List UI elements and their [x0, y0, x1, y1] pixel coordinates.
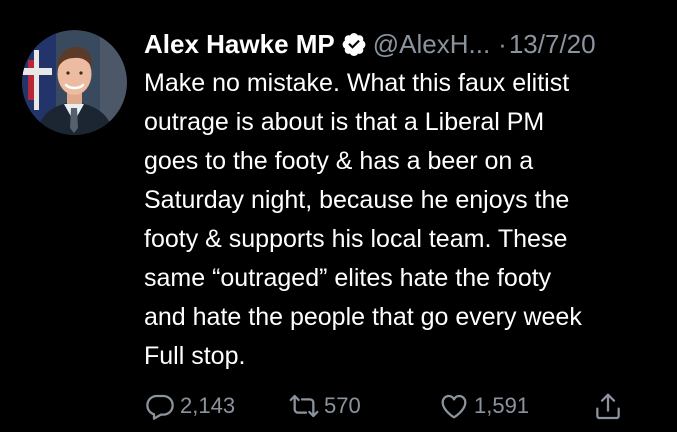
like-icon — [438, 390, 470, 422]
handle[interactable]: @AlexH... — [373, 29, 490, 59]
tweet-date[interactable]: 13/7/20 — [509, 29, 596, 59]
reply-icon — [144, 390, 176, 422]
share-icon — [592, 390, 624, 422]
tweet-body-line: and hate the people that go every week — [144, 303, 582, 331]
tweet-header: Alex Hawke MP @AlexH... ·13/7/20 — [144, 24, 596, 64]
tweet-body-line: footy & supports his local team. These — [144, 225, 568, 253]
retweet-count: 570 — [324, 393, 361, 418]
share-button[interactable] — [592, 386, 624, 426]
tweet-body-line: Saturday night, because he enjoys the — [144, 186, 570, 214]
tweet-body-line: outrage is about is that a Liberal PM — [144, 108, 545, 136]
verified-badge-icon — [341, 28, 367, 56]
retweet-icon — [288, 390, 320, 422]
tweet-body-line: Make no mistake. What this faux elitist — [144, 69, 570, 97]
tweet-body-line: same “outraged” elites hate the footy — [144, 264, 552, 292]
tweet-body-line: Full stop. — [144, 342, 246, 370]
separator-dot: · — [498, 29, 507, 59]
avatar[interactable] — [22, 30, 127, 135]
reply-button[interactable]: 2,143 — [144, 386, 235, 426]
profile-photo-icon — [22, 30, 127, 135]
display-name[interactable]: Alex Hawke MP — [144, 29, 335, 59]
like-count: 1,591 — [474, 393, 530, 418]
reply-count: 2,143 — [180, 393, 236, 418]
tweet-actions: 2,143 570 1,591 — [140, 386, 660, 426]
like-button[interactable]: 1,591 — [438, 386, 529, 426]
tweet-body-line: goes to the footy & has a beer on a — [144, 147, 534, 175]
tweet: Alex Hawke MP @AlexH... ·13/7/20 Make no m… — [0, 0, 677, 432]
tweet-body: Make no mistake. What this faux elitist … — [144, 64, 677, 376]
retweet-button[interactable]: 570 — [288, 386, 361, 426]
